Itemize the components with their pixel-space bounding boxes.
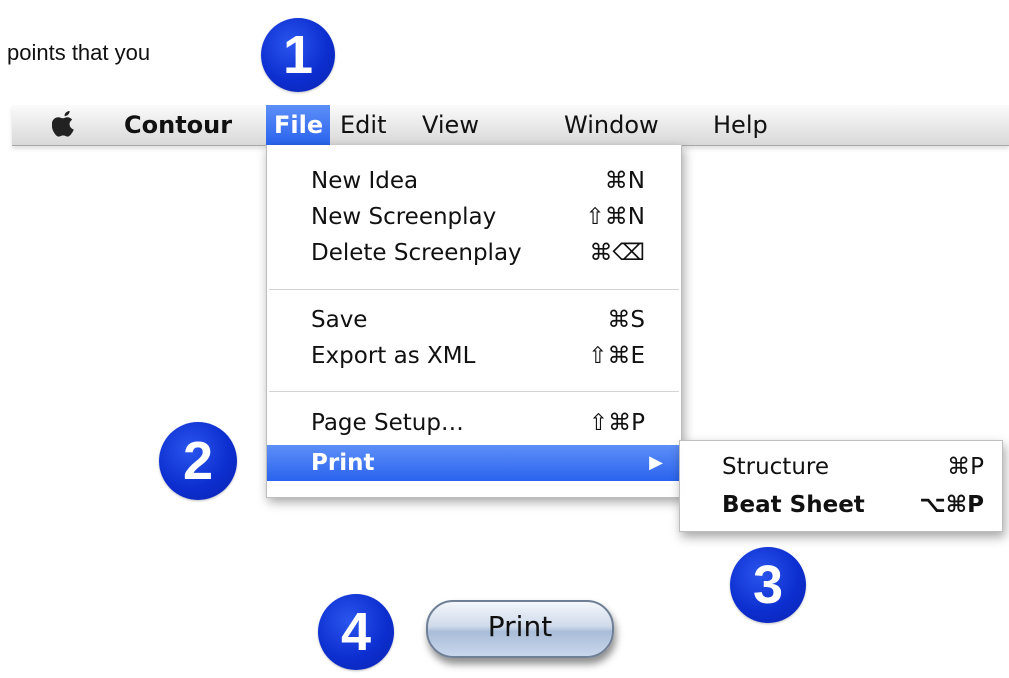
menu-item-shortcut: ⌘S — [607, 307, 645, 333]
menu-item-print[interactable]: Print ▶ — [267, 445, 681, 481]
menu-bar: Contour File Edit View Window Help — [12, 105, 1009, 146]
callout-1: 1 — [261, 18, 335, 92]
menu-separator — [269, 289, 679, 290]
menu-file[interactable]: File — [266, 105, 330, 145]
menu-item-label: New Screenplay — [311, 204, 497, 230]
print-button[interactable]: Print — [426, 600, 614, 658]
submenu-item-beat-sheet[interactable]: Beat Sheet ⌥⌘P — [680, 487, 1002, 523]
menu-item-new-idea[interactable]: New Idea ⌘N — [267, 163, 681, 199]
apple-logo-icon[interactable] — [52, 111, 76, 137]
menu-item-delete-screenplay[interactable]: Delete Screenplay ⌘⌫ — [267, 235, 681, 271]
menu-edit[interactable]: Edit — [332, 105, 394, 145]
menu-item-new-screenplay[interactable]: New Screenplay ⇧⌘N — [267, 199, 681, 235]
menu-item-shortcut: ⌘⌫ — [589, 240, 645, 266]
menu-item-page-setup[interactable]: Page Setup… ⇧⌘P — [267, 405, 681, 441]
file-menu-dropdown: New Idea ⌘N New Screenplay ⇧⌘N Delete Sc… — [266, 145, 682, 498]
menu-item-label: New Idea — [311, 168, 419, 194]
menu-item-save[interactable]: Save ⌘S — [267, 302, 681, 338]
submenu-item-shortcut: ⌥⌘P — [919, 492, 984, 518]
menu-item-shortcut: ⇧⌘N — [585, 204, 645, 230]
menu-item-shortcut: ⌘N — [604, 168, 645, 194]
menu-item-label: Delete Screenplay — [311, 240, 522, 266]
intro-text: points that you — [7, 40, 151, 65]
submenu-item-label: Structure — [722, 454, 829, 480]
menu-item-export-xml[interactable]: Export as XML ⇧⌘E — [267, 338, 681, 374]
menu-separator — [269, 391, 679, 392]
menu-app-contour[interactable]: Contour — [116, 105, 240, 145]
menu-item-shortcut: ⇧⌘E — [588, 343, 645, 369]
submenu-item-shortcut: ⌘P — [947, 454, 984, 480]
submenu-arrow-icon: ▶ — [649, 452, 663, 473]
callout-3: 3 — [730, 547, 806, 623]
submenu-item-structure[interactable]: Structure ⌘P — [680, 449, 1002, 485]
print-submenu: Structure ⌘P Beat Sheet ⌥⌘P — [679, 440, 1003, 532]
menu-view[interactable]: View — [414, 105, 487, 145]
menu-item-label: Export as XML — [311, 343, 476, 369]
menu-item-label: Save — [311, 307, 368, 333]
callout-4: 4 — [318, 594, 394, 670]
menu-window[interactable]: Window — [556, 105, 667, 145]
menu-item-shortcut: ⇧⌘P — [588, 410, 645, 436]
menu-item-label: Print — [311, 450, 375, 476]
callout-2: 2 — [159, 422, 237, 500]
submenu-item-label: Beat Sheet — [722, 492, 865, 518]
menu-help[interactable]: Help — [705, 105, 776, 145]
menu-item-label: Page Setup… — [311, 410, 464, 436]
